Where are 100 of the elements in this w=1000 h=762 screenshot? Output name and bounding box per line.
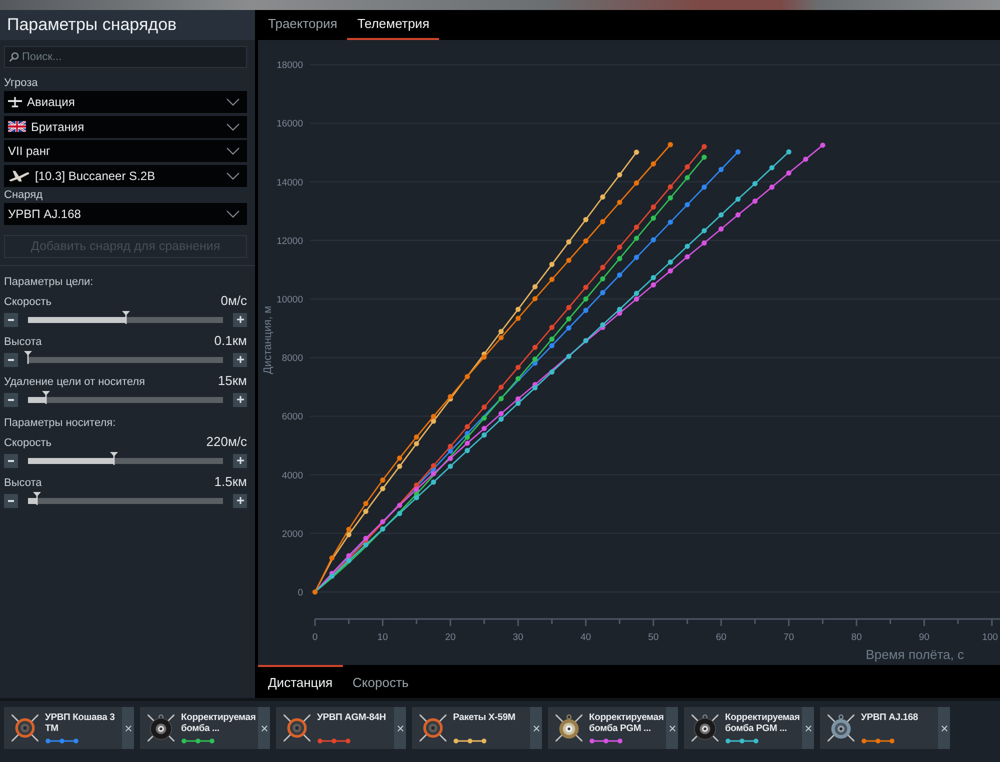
decrease-button[interactable] xyxy=(4,494,18,508)
data-point xyxy=(329,555,334,561)
data-point xyxy=(600,194,606,200)
data-point xyxy=(668,195,673,200)
data-point xyxy=(498,396,504,402)
data-point xyxy=(769,165,774,170)
shell-card[interactable]: Ракеты Х-59М xyxy=(412,707,530,749)
axis-tick-label: 80 xyxy=(851,632,862,643)
data-point xyxy=(634,150,640,155)
decrease-button[interactable] xyxy=(4,454,18,468)
dropdown[interactable]: VII ранг xyxy=(4,140,247,162)
shell-card[interactable]: УРВП AJ.168 xyxy=(820,707,938,749)
decrease-button[interactable] xyxy=(4,312,18,326)
close-icon xyxy=(396,724,404,732)
data-point xyxy=(498,384,504,390)
data-point xyxy=(430,480,436,485)
axis-tick-label: 10 xyxy=(377,632,388,643)
data-point xyxy=(600,276,606,282)
decrease-button[interactable] xyxy=(4,392,18,406)
data-point xyxy=(380,526,386,532)
data-point xyxy=(786,149,792,154)
close-icon xyxy=(532,724,540,732)
shell-card[interactable]: УРВП AGM-84H xyxy=(276,707,394,749)
dropdown[interactable]: Британия xyxy=(4,116,247,138)
data-point xyxy=(617,200,622,205)
chevron-down-icon xyxy=(226,122,240,130)
chevron-down-icon xyxy=(226,147,240,155)
slider-value: 0м/с xyxy=(220,294,247,308)
slider-fill xyxy=(28,396,46,402)
close-button[interactable] xyxy=(938,707,950,749)
data-point xyxy=(650,161,656,166)
axis-tick-label: 0 xyxy=(312,632,318,643)
slider-thumb[interactable] xyxy=(32,492,41,504)
data-point xyxy=(617,244,622,250)
axis-tick-label: 16000 xyxy=(276,118,303,130)
data-point xyxy=(752,181,758,186)
data-point xyxy=(380,519,386,524)
close-icon xyxy=(940,724,948,732)
data-point xyxy=(617,272,622,278)
shell-card[interactable]: Корректируемая бомба ... xyxy=(140,707,258,749)
search-icon xyxy=(9,52,19,62)
tab[interactable]: Траектория xyxy=(258,10,348,40)
close-button[interactable] xyxy=(666,707,678,749)
increase-button[interactable] xyxy=(233,454,247,468)
data-point xyxy=(684,164,690,170)
data-point xyxy=(532,344,538,350)
field-label: Угроза xyxy=(4,77,39,89)
data-point xyxy=(735,196,741,202)
minus-icon xyxy=(8,318,14,320)
search-field[interactable]: Поиск... xyxy=(4,46,247,68)
tab[interactable]: Скорость xyxy=(342,665,419,698)
data-point xyxy=(448,464,453,469)
shell-card[interactable]: Корректируемая бомба PGM ... xyxy=(684,707,802,749)
slider-thumb[interactable] xyxy=(122,310,130,324)
close-button[interactable] xyxy=(802,707,814,749)
shell-card[interactable]: Корректируемая бомба PGM ... xyxy=(548,707,666,749)
slider-thumb[interactable] xyxy=(110,452,118,464)
slider-label: Скорость xyxy=(4,296,52,308)
slider-label: Высота xyxy=(4,336,42,348)
shell-name: Корректируемая бомба PGM ... xyxy=(725,712,801,734)
shell-name: УРВП Кошава 3 ТМ xyxy=(45,712,116,734)
dropdown[interactable]: Авиация xyxy=(4,91,247,113)
increase-button[interactable] xyxy=(233,312,247,326)
axis-tick-label: 70 xyxy=(784,632,794,643)
round-emblem-icon xyxy=(826,713,856,743)
shell-name: УРВП AJ.168 xyxy=(861,712,920,723)
increase-button[interactable] xyxy=(233,494,247,508)
data-point xyxy=(516,376,521,382)
axis-tick-label: 50 xyxy=(648,632,659,643)
axis-tick-label: 6000 xyxy=(282,412,303,423)
data-point xyxy=(583,308,588,313)
data-point xyxy=(566,239,572,244)
data-point xyxy=(532,296,538,302)
axis-tick-label: 4000 xyxy=(282,470,303,482)
minus-icon xyxy=(8,398,14,400)
dropdown[interactable]: [10.3] Buccaneer S.2B xyxy=(4,164,247,186)
data-point xyxy=(634,254,640,260)
close-button[interactable] xyxy=(394,707,406,749)
increase-button[interactable] xyxy=(233,392,247,406)
close-button[interactable] xyxy=(530,707,542,749)
data-point xyxy=(702,184,707,190)
slider-thumb[interactable] xyxy=(42,390,50,404)
plus-icon xyxy=(236,316,244,323)
close-button[interactable] xyxy=(258,707,270,749)
data-point xyxy=(650,275,656,280)
data-point xyxy=(668,268,673,274)
data-point xyxy=(769,184,774,190)
shell-card[interactable]: УРВП Кошава 3 ТМ xyxy=(4,707,122,749)
data-point xyxy=(482,415,487,421)
data-point xyxy=(380,486,386,492)
decrease-button[interactable] xyxy=(4,352,18,366)
increase-button[interactable] xyxy=(233,352,247,366)
data-point xyxy=(583,296,588,302)
data-point xyxy=(786,170,792,176)
data-point xyxy=(684,202,690,208)
dropdown[interactable]: УРВП AJ.168 xyxy=(4,203,247,225)
data-point xyxy=(702,228,707,234)
close-button[interactable] xyxy=(122,707,134,749)
slider-thumb[interactable] xyxy=(24,350,32,364)
chevron-down-icon xyxy=(226,210,240,218)
